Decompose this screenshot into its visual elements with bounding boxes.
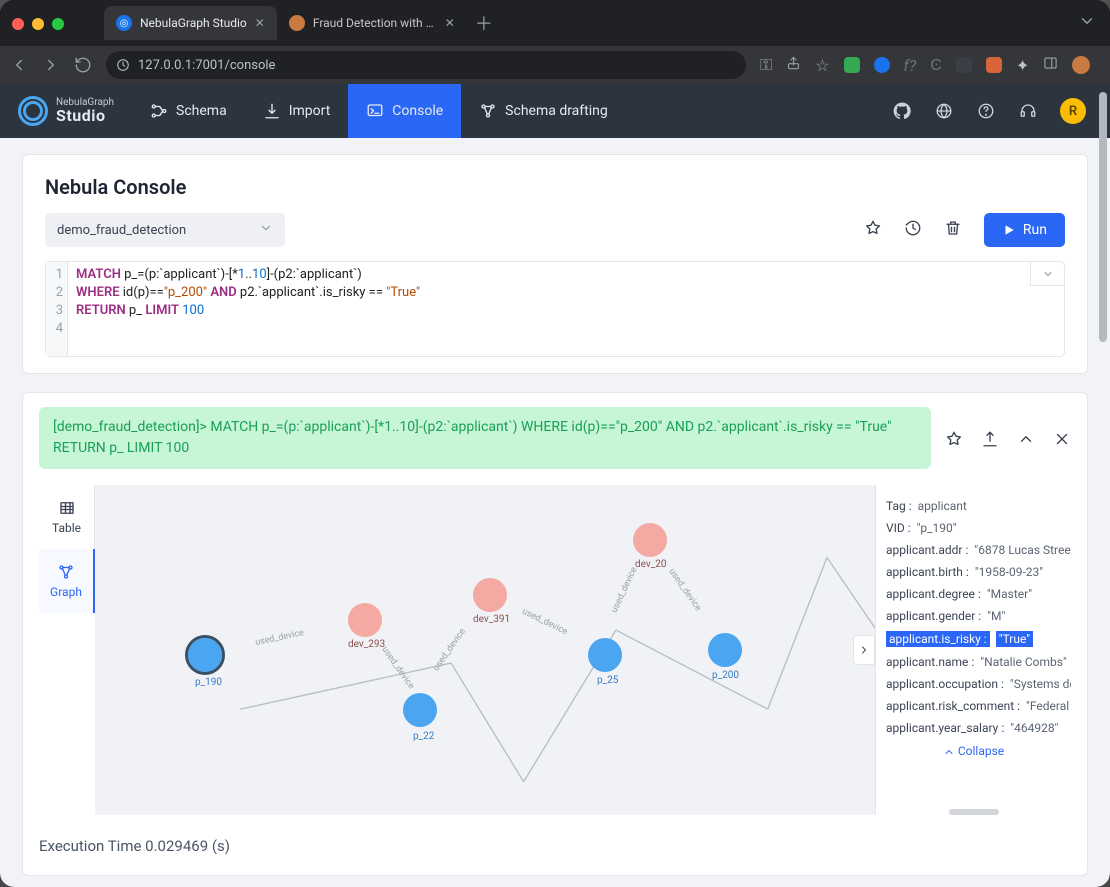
graph-node[interactable] [588,638,622,672]
browser-menu-icon[interactable]: ⋮ [1104,56,1110,75]
console-card: Nebula Console demo_fraud_detection Run [22,154,1088,374]
nav-schema-drafting[interactable]: Schema drafting [461,84,626,138]
export-icon[interactable] [981,430,999,452]
address-bar[interactable]: 127.0.0.1:7001/console [106,51,746,79]
tab-label: Graph [50,585,82,599]
browser-tab-active[interactable]: ◎ NebulaGraph Studio ✕ [104,6,277,40]
tabstrip-menu-icon[interactable] [1078,12,1096,34]
query-editor[interactable]: 1 2 3 4 MATCH p_=(p:`applicant`)-[*1..10… [45,261,1065,357]
favorite-result-icon[interactable] [945,430,963,452]
window-controls [12,18,64,30]
highlighted-property: applicant.is_risky :"True" [886,631,1061,647]
extensions-puzzle-icon[interactable]: ✦ [1016,56,1029,75]
collapse-inspector-button[interactable]: Collapse [886,743,1061,761]
minimize-window-icon[interactable] [32,18,44,30]
brand-title: Studio [56,108,114,124]
nav-label: Console [392,103,443,119]
node-label: dev_391 [473,614,510,625]
tab-label: Table [52,521,81,535]
user-avatar[interactable]: R [1060,98,1086,124]
graph-node[interactable] [473,578,507,612]
share-icon[interactable] [786,54,801,76]
extension-icon[interactable] [986,57,1002,73]
result-card: [demo_fraud_detection]> MATCH p_=(p:`app… [22,392,1088,876]
nav-label: Schema drafting [505,103,608,119]
execution-time: Execution Time 0.029469 (s) [39,837,1071,855]
new-tab-button[interactable]: ＋ [475,10,493,36]
profile-avatar-icon[interactable] [1072,56,1090,74]
tab-table[interactable]: Table [39,485,95,549]
node-label: p_200 [712,670,739,681]
run-button[interactable]: Run [984,213,1065,247]
node-label: p_25 [597,675,618,686]
extension-icon[interactable]: f? [904,56,917,75]
graph-node[interactable] [348,603,382,637]
side-panel-icon[interactable] [1043,54,1058,76]
app-navbar: NebulaGraph Studio Schema Import Console… [0,84,1110,138]
query-echo-banner: [demo_fraud_detection]> MATCH p_=(p:`app… [39,407,931,469]
graph-node[interactable] [633,523,667,557]
node-label: dev_293 [348,639,385,650]
forward-button[interactable] [42,56,60,74]
graph-node-selected[interactable] [188,638,222,672]
space-selector[interactable]: demo_fraud_detection [45,213,285,247]
node-label: p_22 [413,731,434,742]
tab-favicon-icon: ◎ [116,15,132,31]
extension-icon[interactable]: Ͼ [930,55,942,75]
nav-label: Schema [176,103,227,119]
browser-tab[interactable]: Fraud Detection with NebulaGr ✕ [277,6,467,40]
nav-label: Import [289,103,331,119]
graph-node[interactable] [708,633,742,667]
globe-icon[interactable] [934,101,954,121]
browser-toolbar: 127.0.0.1:7001/console ⚿ ☆ f? Ͼ ✦ ⋮ [0,46,1110,84]
space-name: demo_fraud_detection [57,223,186,238]
code-area[interactable]: MATCH p_=(p:`applicant`)-[*1..10]-(p2:`a… [68,262,428,356]
back-button[interactable] [10,56,28,74]
key-icon[interactable]: ⚿ [760,55,772,75]
close-result-icon[interactable] [1053,430,1071,452]
page-title: Nebula Console [45,175,1065,199]
inspector-toggle[interactable] [853,635,875,665]
bookmark-star-icon[interactable]: ☆ [815,56,829,75]
inspector-scrollbar[interactable] [949,809,999,815]
github-icon[interactable] [892,101,912,121]
close-window-icon[interactable] [12,18,24,30]
page-scrollbar[interactable] [1099,92,1107,342]
nav-console[interactable]: Console [348,84,461,138]
line-gutter: 1 2 3 4 [46,262,68,356]
result-view-tabs: Table Graph [39,485,95,815]
extension-icon[interactable] [844,57,860,73]
node-label: dev_20 [635,559,666,570]
run-label: Run [1023,222,1047,238]
brand-logo[interactable]: NebulaGraph Studio [0,84,132,138]
zoom-window-icon[interactable] [52,18,64,30]
extension-icon[interactable] [956,57,972,73]
editor-collapse-icon[interactable] [1030,262,1064,286]
property-inspector: Tag :applicant VID :"p_190" applicant.ad… [875,485,1071,815]
nav-schema[interactable]: Schema [132,84,245,138]
url-text: 127.0.0.1:7001/console [138,58,275,73]
favorite-icon[interactable] [864,219,882,241]
browser-tabstrip: ◎ NebulaGraph Studio ✕ Fraud Detection w… [0,0,1110,46]
page-body: Nebula Console demo_fraud_detection Run [0,138,1110,887]
logo-icon [18,96,48,126]
graph-node[interactable] [403,693,437,727]
collapse-up-icon[interactable] [1017,430,1035,452]
reload-button[interactable] [74,56,92,74]
close-tab-icon[interactable]: ✕ [445,16,455,30]
tab-title: Fraud Detection with NebulaGr [313,16,437,30]
graph-canvas[interactable]: p_190 dev_293 p_22 dev_391 p_25 dev_20 p… [95,485,1071,815]
history-icon[interactable] [904,219,922,241]
chevron-down-icon [259,219,273,241]
tab-title: NebulaGraph Studio [140,16,247,30]
close-tab-icon[interactable]: ✕ [255,16,265,30]
tab-favicon-icon [289,15,305,31]
extension-icon[interactable] [874,57,890,73]
node-label: p_190 [195,677,222,688]
tab-graph[interactable]: Graph [39,549,95,613]
clear-icon[interactable] [944,219,962,241]
headset-icon[interactable] [1018,101,1038,121]
nav-import[interactable]: Import [245,84,349,138]
help-icon[interactable] [976,101,996,121]
